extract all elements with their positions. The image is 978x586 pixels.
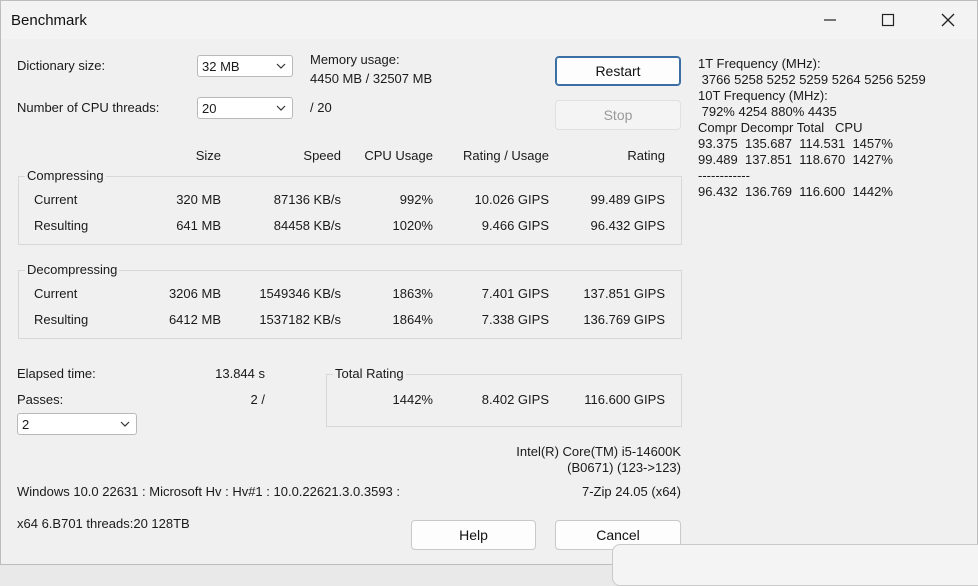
- decompress-current-speed: 1549346 KB/s: [259, 286, 341, 301]
- header-rating: Rating: [627, 148, 665, 163]
- maximize-button[interactable]: [865, 1, 911, 39]
- os-info: Windows 10.0 22631 : Microsoft Hv : Hv#1…: [17, 484, 400, 499]
- decompress-current-rating: 137.851 GIPS: [583, 286, 665, 301]
- compress-current-rating: 99.489 GIPS: [590, 192, 665, 207]
- log-line: 792% 4254 880% 4435: [698, 104, 837, 119]
- dictionary-size-label: Dictionary size:: [17, 58, 106, 73]
- header-speed: Speed: [303, 148, 341, 163]
- minimize-icon: [824, 19, 836, 21]
- compressing-label: Compressing: [25, 168, 106, 183]
- header-size: Size: [195, 148, 221, 163]
- close-button[interactable]: [925, 1, 971, 39]
- log-line: 96.432 136.769 116.600 1442%: [698, 184, 893, 199]
- log-line: Compr Decompr Total CPU: [698, 120, 863, 135]
- minimize-button[interactable]: [807, 1, 853, 39]
- compress-current-size: 320 MB: [176, 192, 221, 207]
- cpu-id: (B0671) (123->123): [567, 460, 681, 475]
- decompress-resulting-rpu: 7.338 GIPS: [481, 312, 549, 327]
- cpu-threads-total: / 20: [310, 100, 332, 115]
- decompressing-label: Decompressing: [25, 262, 120, 277]
- log-line: 1T Frequency (MHz):: [698, 56, 821, 71]
- total-cpu: 1442%: [392, 392, 433, 407]
- log-line: 3766 5258 5252 5259 5264 5256 5259: [698, 72, 926, 87]
- elapsed-time-label: Elapsed time:: [17, 366, 96, 381]
- memory-usage-value: 4450 MB / 32507 MB: [310, 71, 433, 86]
- log-panel: 1T Frequency (MHz): 3766 5258 5252 5259 …: [698, 56, 926, 200]
- log-line: 93.375 135.687 114.531 1457%: [698, 136, 893, 151]
- version-info: 7-Zip 24.05 (x64): [582, 484, 681, 499]
- background-window-corner: [612, 544, 978, 586]
- compress-current-cpu: 992%: [399, 192, 433, 207]
- compress-resulting-size: 641 MB: [176, 218, 221, 233]
- decompress-resulting-rating: 136.769 GIPS: [583, 312, 665, 327]
- decompress-resulting-size: 6412 MB: [168, 312, 221, 327]
- cpu-threads-label: Number of CPU threads:: [17, 100, 160, 115]
- passes-value: 2 /: [250, 392, 265, 407]
- dictionary-size-value: 32 MB: [202, 59, 240, 74]
- compress-resulting-label: Resulting: [34, 218, 89, 233]
- total-rating-label: Total Rating: [333, 366, 406, 381]
- cpu-threads-select[interactable]: 20: [197, 97, 293, 119]
- passes-label: Passes:: [17, 392, 64, 407]
- compress-current-label: Current: [34, 192, 78, 207]
- chevron-down-icon: [276, 63, 286, 69]
- maximize-icon: [881, 13, 895, 27]
- decompressing-group: [18, 270, 682, 339]
- title-bar: Benchmark: [1, 1, 977, 39]
- compress-current-speed: 87136 KB/s: [273, 192, 341, 207]
- compressing-group: [18, 176, 682, 245]
- decompress-current-label: Current: [34, 286, 78, 301]
- arch-info: x64 6.B701 threads:20 128TB: [17, 516, 190, 531]
- compress-resulting-rating: 96.432 GIPS: [590, 218, 665, 233]
- passes-select-value: 2: [22, 417, 30, 432]
- total-rpu: 8.402 GIPS: [481, 392, 549, 407]
- compress-resulting-speed: 84458 KB/s: [273, 218, 341, 233]
- decompress-resulting-speed: 1537182 KB/s: [259, 312, 341, 327]
- window-title: Benchmark: [11, 12, 87, 29]
- passes-select[interactable]: 2: [17, 413, 137, 435]
- log-line: ------------: [698, 168, 750, 183]
- compress-resulting-rpu: 9.466 GIPS: [481, 218, 549, 233]
- chevron-down-icon: [276, 105, 286, 111]
- cpu-threads-value: 20: [202, 101, 217, 116]
- decompress-current-rpu: 7.401 GIPS: [481, 286, 549, 301]
- memory-usage-label: Memory usage:: [310, 52, 400, 67]
- close-icon: [941, 13, 955, 27]
- decompress-resulting-label: Resulting: [34, 312, 89, 327]
- chevron-down-icon: [120, 421, 130, 427]
- header-cpu-usage: CPU Usage: [364, 148, 433, 163]
- decompress-current-size: 3206 MB: [168, 286, 221, 301]
- decompress-resulting-cpu: 1864%: [392, 312, 433, 327]
- compress-current-rpu: 10.026 GIPS: [474, 192, 549, 207]
- decompress-current-cpu: 1863%: [392, 286, 433, 301]
- dictionary-size-select[interactable]: 32 MB: [197, 55, 293, 77]
- benchmark-window: Benchmark Dictionary size: 32 MB Number …: [0, 0, 978, 565]
- log-line: 10T Frequency (MHz):: [698, 88, 828, 103]
- restart-button[interactable]: Restart: [555, 56, 681, 86]
- compress-resulting-cpu: 1020%: [392, 218, 433, 233]
- elapsed-time-value: 13.844 s: [215, 366, 265, 381]
- header-rating-usage: Rating / Usage: [463, 148, 549, 163]
- total-rating-value: 116.600 GIPS: [584, 392, 665, 407]
- stop-button[interactable]: Stop: [555, 100, 681, 130]
- help-button[interactable]: Help: [411, 520, 536, 550]
- log-line: 99.489 137.851 118.670 1427%: [698, 152, 893, 167]
- cpu-name: Intel(R) Core(TM) i5-14600K: [516, 444, 681, 459]
